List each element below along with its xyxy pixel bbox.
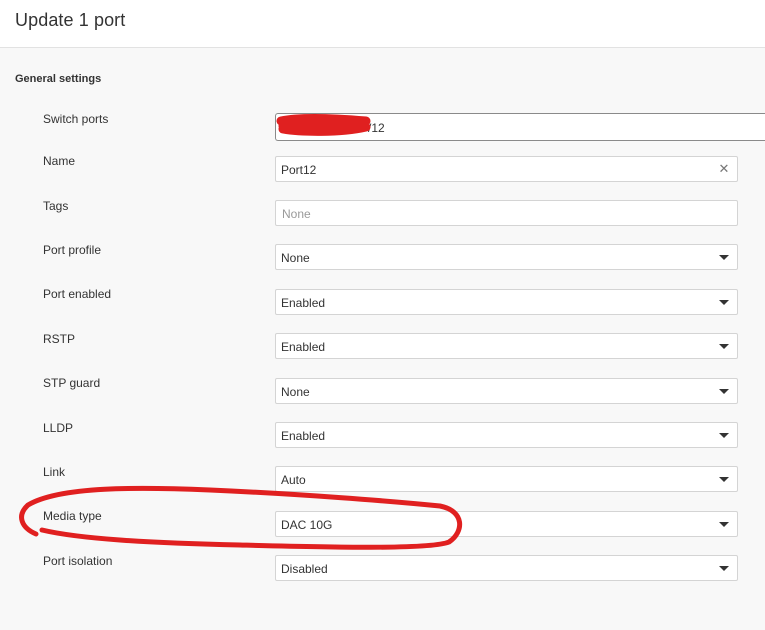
page-title: Update 1 port [15,10,126,30]
chevron-down-icon [719,300,729,305]
switch-ports-field[interactable]: /12 [275,113,765,141]
name-value: Port12 [281,163,317,177]
media-type-select[interactable]: DAC 10G [275,511,738,537]
dialog-header: Update 1 port [0,0,765,48]
section-title-general-settings: General settings [15,73,102,85]
chevron-down-icon [719,566,729,571]
port-enabled-label: Port enabled [43,287,112,301]
link-label: Link [43,465,66,479]
rstp-select[interactable]: Enabled [275,333,738,359]
lldp-select[interactable]: Enabled [275,422,738,448]
chevron-down-icon [719,344,729,349]
media-type-label: Media type [43,509,102,523]
tags-placeholder: None [282,207,311,221]
rstp-value: Enabled [281,340,326,354]
name-label: Name [43,154,76,168]
media-type-value: DAC 10G [281,518,333,532]
switch-ports-value: /12 [368,121,385,135]
chevron-down-icon [719,433,729,438]
port-isolation-value: Disabled [281,562,328,576]
stp-guard-value: None [281,385,310,399]
lldp-value: Enabled [281,429,326,443]
link-select[interactable]: Auto [275,466,738,492]
port-profile-value: None [281,251,310,265]
port-isolation-select[interactable]: Disabled [275,555,738,581]
port-enabled-value: Enabled [281,296,326,310]
chevron-down-icon [719,477,729,482]
name-input[interactable]: Port12 ✕ [275,156,738,182]
switch-ports-label: Switch ports [43,112,109,126]
chevron-down-icon [719,522,729,527]
chevron-down-icon [719,255,729,260]
stp-guard-select[interactable]: None [275,378,738,404]
lldp-label: LLDP [43,421,74,435]
close-icon[interactable]: ✕ [717,162,731,176]
rstp-label: RSTP [43,332,76,346]
port-enabled-select[interactable]: Enabled [275,289,738,315]
port-profile-label: Port profile [43,243,102,257]
link-value: Auto [281,473,306,487]
tags-label: Tags [43,199,69,213]
port-isolation-label: Port isolation [43,554,113,568]
stp-guard-label: STP guard [43,376,101,390]
chevron-down-icon [719,389,729,394]
port-profile-select[interactable]: None [275,244,738,270]
tags-input[interactable]: None [275,200,738,226]
